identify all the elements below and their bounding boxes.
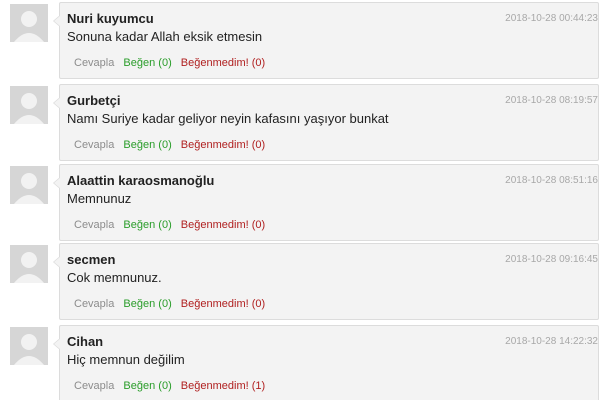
comment-timestamp: 2018-10-28 08:51:16 xyxy=(505,175,598,186)
comment-text: Sonuna kadar Allah eksik etmesin xyxy=(67,29,263,44)
comment-author[interactable]: Nuri kuyumcu xyxy=(67,11,154,26)
comment-author[interactable]: Cihan xyxy=(67,334,103,349)
dislike-link[interactable]: Beğenmedim! (0) xyxy=(181,57,265,69)
comment-actions: Cevapla Beğen (0) Beğenmedim! (0) xyxy=(74,139,271,151)
comment-timestamp: 2018-10-28 09:16:45 xyxy=(505,254,598,265)
comment-box: Gurbetçi 2018-10-28 08:19:57 Namı Suriye… xyxy=(53,84,599,161)
comment-box: secmen 2018-10-28 09:16:45 Cok memnunuz.… xyxy=(53,243,599,320)
comment-actions: Cevapla Beğen (0) Beğenmedim! (0) xyxy=(74,298,271,310)
avatar-placeholder-icon xyxy=(10,166,48,204)
reply-link[interactable]: Cevapla xyxy=(74,57,114,69)
dislike-link[interactable]: Beğenmedim! (0) xyxy=(181,219,265,231)
like-link[interactable]: Beğen (0) xyxy=(123,219,171,231)
reply-link[interactable]: Cevapla xyxy=(74,298,114,310)
comment-timestamp: 2018-10-28 14:22:32 xyxy=(505,336,598,347)
avatar-placeholder-icon xyxy=(10,86,48,124)
avatar-placeholder-icon xyxy=(10,245,48,283)
like-link[interactable]: Beğen (0) xyxy=(123,57,171,69)
comment-box: Cihan 2018-10-28 14:22:32 Hiç memnun değ… xyxy=(53,325,599,400)
comment-item: secmen 2018-10-28 09:16:45 Cok memnunuz.… xyxy=(0,243,600,325)
avatar-placeholder-icon xyxy=(10,4,48,42)
dislike-link[interactable]: Beğenmedim! (0) xyxy=(181,298,265,310)
reply-link[interactable]: Cevapla xyxy=(74,219,114,231)
comment-author[interactable]: Gurbetçi xyxy=(67,93,120,108)
reply-link[interactable]: Cevapla xyxy=(74,139,114,151)
avatar-placeholder-icon xyxy=(10,327,48,365)
comment-text: Hiç memnun değilim xyxy=(67,352,185,367)
comment-item: Cihan 2018-10-28 14:22:32 Hiç memnun değ… xyxy=(0,325,600,400)
comment-actions: Cevapla Beğen (0) Beğenmedim! (0) xyxy=(74,57,271,69)
comment-text: Namı Suriye kadar geliyor neyin kafasını… xyxy=(67,111,389,126)
comment-text: Cok memnunuz. xyxy=(67,270,162,285)
dislike-link[interactable]: Beğenmedim! (1) xyxy=(181,380,265,392)
comment-item: Alaattin karaosmanoğlu 2018-10-28 08:51:… xyxy=(0,164,600,246)
comment-box: Alaattin karaosmanoğlu 2018-10-28 08:51:… xyxy=(53,164,599,241)
reply-link[interactable]: Cevapla xyxy=(74,380,114,392)
like-link[interactable]: Beğen (0) xyxy=(123,380,171,392)
comment-author[interactable]: Alaattin karaosmanoğlu xyxy=(67,173,214,188)
dislike-link[interactable]: Beğenmedim! (0) xyxy=(181,139,265,151)
comment-text: Memnunuz xyxy=(67,191,132,206)
comment-timestamp: 2018-10-28 00:44:23 xyxy=(505,13,598,24)
comment-author[interactable]: secmen xyxy=(67,252,115,267)
like-link[interactable]: Beğen (0) xyxy=(123,139,171,151)
like-link[interactable]: Beğen (0) xyxy=(123,298,171,310)
comment-box: Nuri kuyumcu 2018-10-28 00:44:23 Sonuna … xyxy=(53,2,599,79)
comment-actions: Cevapla Beğen (0) Beğenmedim! (1) xyxy=(74,380,271,392)
comment-list: Nuri kuyumcu 2018-10-28 00:44:23 Sonuna … xyxy=(0,0,600,400)
comment-item: Nuri kuyumcu 2018-10-28 00:44:23 Sonuna … xyxy=(0,2,600,84)
comment-item: Gurbetçi 2018-10-28 08:19:57 Namı Suriye… xyxy=(0,84,600,166)
comment-actions: Cevapla Beğen (0) Beğenmedim! (0) xyxy=(74,219,271,231)
comment-timestamp: 2018-10-28 08:19:57 xyxy=(505,95,598,106)
